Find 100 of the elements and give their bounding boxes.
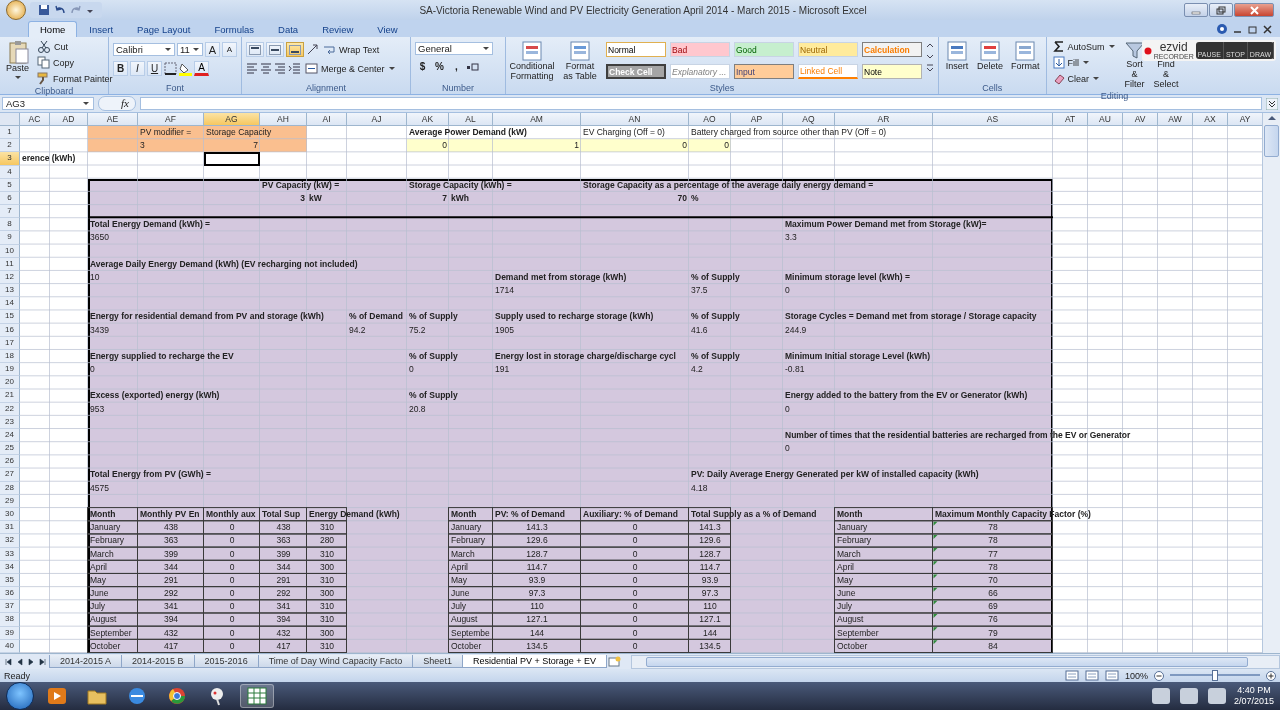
- column-header[interactable]: AH: [260, 113, 307, 126]
- conditional-formatting-button[interactable]: Conditional Formatting: [510, 39, 554, 83]
- row-header[interactable]: 38: [0, 613, 20, 627]
- row-header[interactable]: 15: [0, 310, 20, 324]
- cut-button[interactable]: Cut: [35, 39, 115, 54]
- ribbon-tab[interactable]: Page Layout: [125, 21, 203, 37]
- bold-button[interactable]: B: [113, 61, 128, 76]
- column-header[interactable]: AC: [20, 113, 50, 126]
- fill-button[interactable]: Fill: [1050, 55, 1118, 70]
- paste-button[interactable]: Paste: [4, 39, 31, 86]
- table-cell-text: 417: [162, 639, 180, 653]
- row-header[interactable]: 14: [0, 297, 20, 311]
- cell-style-button[interactable]: Explanatory ...: [670, 64, 730, 79]
- ribbon-tab[interactable]: Review: [310, 21, 366, 37]
- column-header[interactable]: AQ: [783, 113, 835, 126]
- table-cell-text: June: [836, 587, 857, 600]
- column-header[interactable]: AI: [307, 113, 347, 126]
- table-cell-text: 0: [631, 573, 639, 587]
- insert-function-button[interactable]: fx: [98, 96, 136, 111]
- autosum-button[interactable]: AutoSum: [1050, 39, 1118, 54]
- row-header[interactable]: 3: [0, 152, 20, 166]
- column-header[interactable]: AN: [581, 113, 689, 126]
- copy-button[interactable]: Copy: [35, 55, 115, 70]
- column-header[interactable]: AU: [1088, 113, 1123, 126]
- column-header[interactable]: AJ: [347, 113, 407, 126]
- column-header[interactable]: AR: [835, 113, 933, 126]
- column-header[interactable]: AD: [50, 113, 88, 126]
- row-header[interactable]: 32: [0, 534, 20, 548]
- italic-button[interactable]: I: [130, 61, 145, 76]
- row-header[interactable]: 21: [0, 389, 20, 403]
- grow-font-button[interactable]: A: [205, 42, 220, 57]
- wrap-text-button[interactable]: Wrap Text: [321, 42, 382, 57]
- row-header[interactable]: 13: [0, 284, 20, 298]
- cell-style-button[interactable]: Note: [862, 64, 922, 79]
- row-header[interactable]: 7: [0, 205, 20, 219]
- column-header[interactable]: AL: [449, 113, 493, 126]
- cell-style-button[interactable]: Bad: [670, 42, 730, 57]
- column-header[interactable]: AS: [933, 113, 1053, 126]
- sheet-tab[interactable]: 2015-2016: [193, 655, 259, 668]
- column-header[interactable]: AP: [731, 113, 783, 126]
- underline-button[interactable]: U: [147, 61, 162, 76]
- format-painter-button[interactable]: Format Painter: [35, 71, 115, 86]
- column-header[interactable]: AF: [138, 113, 204, 126]
- column-header[interactable]: AK: [407, 113, 449, 126]
- cells-button[interactable]: Insert: [943, 39, 971, 83]
- row-header[interactable]: 1: [0, 126, 20, 140]
- font-color-button[interactable]: A: [194, 61, 209, 76]
- sort-filter-button[interactable]: Sort & Filter: [1121, 39, 1148, 91]
- table-cell-text: 0: [631, 613, 639, 627]
- sheet-tab[interactable]: Time of Day Wind Capacity Facto: [257, 655, 414, 668]
- table-header-cell-text: Month: [89, 508, 117, 521]
- column-header[interactable]: AY: [1228, 113, 1262, 126]
- sheet-tab[interactable]: 2014-2015 B: [121, 655, 195, 668]
- cell-style-button[interactable]: Input: [734, 64, 794, 79]
- sheet-tab[interactable]: 2014-2015 A: [49, 655, 123, 668]
- merge-center-button[interactable]: Merge & Center: [303, 61, 398, 76]
- number-format-field[interactable]: General: [415, 42, 493, 55]
- ribbon-tab[interactable]: Insert: [77, 21, 126, 37]
- row-header[interactable]: 36: [0, 587, 20, 601]
- font-size-field[interactable]: 11: [177, 43, 203, 56]
- ribbon-tab[interactable]: Home: [28, 21, 78, 37]
- ribbon-tab[interactable]: View: [365, 21, 410, 37]
- clear-button[interactable]: Clear: [1050, 71, 1118, 86]
- cell-style-button[interactable]: Good: [734, 42, 794, 57]
- zoom-level[interactable]: 100%: [1124, 670, 1148, 681]
- column-header[interactable]: AG: [204, 113, 260, 126]
- row-header[interactable]: 19: [0, 363, 20, 377]
- ribbon-tab[interactable]: Formulas: [202, 21, 267, 37]
- row-header[interactable]: 25: [0, 442, 20, 456]
- row-header[interactable]: 31: [0, 521, 20, 535]
- row-header[interactable]: 9: [0, 231, 20, 245]
- table-cell-text: 438: [275, 521, 292, 535]
- sheet-tab[interactable]: Sheet1: [412, 655, 463, 668]
- column-header[interactable]: AV: [1123, 113, 1158, 126]
- cells-button[interactable]: Format: [1009, 39, 1042, 83]
- number-format-button[interactable]: %: [432, 59, 447, 74]
- row-header[interactable]: 26: [0, 455, 20, 469]
- row-header[interactable]: 8: [0, 218, 20, 232]
- row-header[interactable]: 20: [0, 376, 20, 390]
- cell-style-button[interactable]: Normal: [606, 42, 666, 57]
- cells-button[interactable]: Delete: [975, 39, 1005, 83]
- format-as-table-button[interactable]: Format as Table: [558, 39, 602, 83]
- column-header[interactable]: AW: [1158, 113, 1193, 126]
- ribbon-tab[interactable]: Data: [266, 21, 311, 37]
- clock[interactable]: 4:40 PM 2/07/2015: [1233, 685, 1274, 707]
- column-header[interactable]: AX: [1193, 113, 1228, 126]
- column-header[interactable]: AO: [689, 113, 731, 126]
- number-format-button[interactable]: ,: [449, 59, 464, 74]
- number-format-button[interactable]: $: [415, 59, 430, 74]
- column-header[interactable]: AM: [493, 113, 581, 126]
- column-header[interactable]: AT: [1053, 113, 1088, 126]
- shrink-font-button[interactable]: A: [222, 42, 237, 57]
- name-box[interactable]: AG3: [2, 97, 94, 110]
- row-header[interactable]: 27: [0, 468, 20, 482]
- row-header[interactable]: 2: [0, 139, 20, 153]
- column-header[interactable]: AE: [88, 113, 138, 126]
- row-header[interactable]: 37: [0, 600, 20, 614]
- sheet-tab[interactable]: Residential PV + Storage + EV: [461, 655, 607, 668]
- font-name-field[interactable]: Calibri: [113, 43, 175, 56]
- cell-style-button[interactable]: Neutral: [798, 42, 858, 57]
